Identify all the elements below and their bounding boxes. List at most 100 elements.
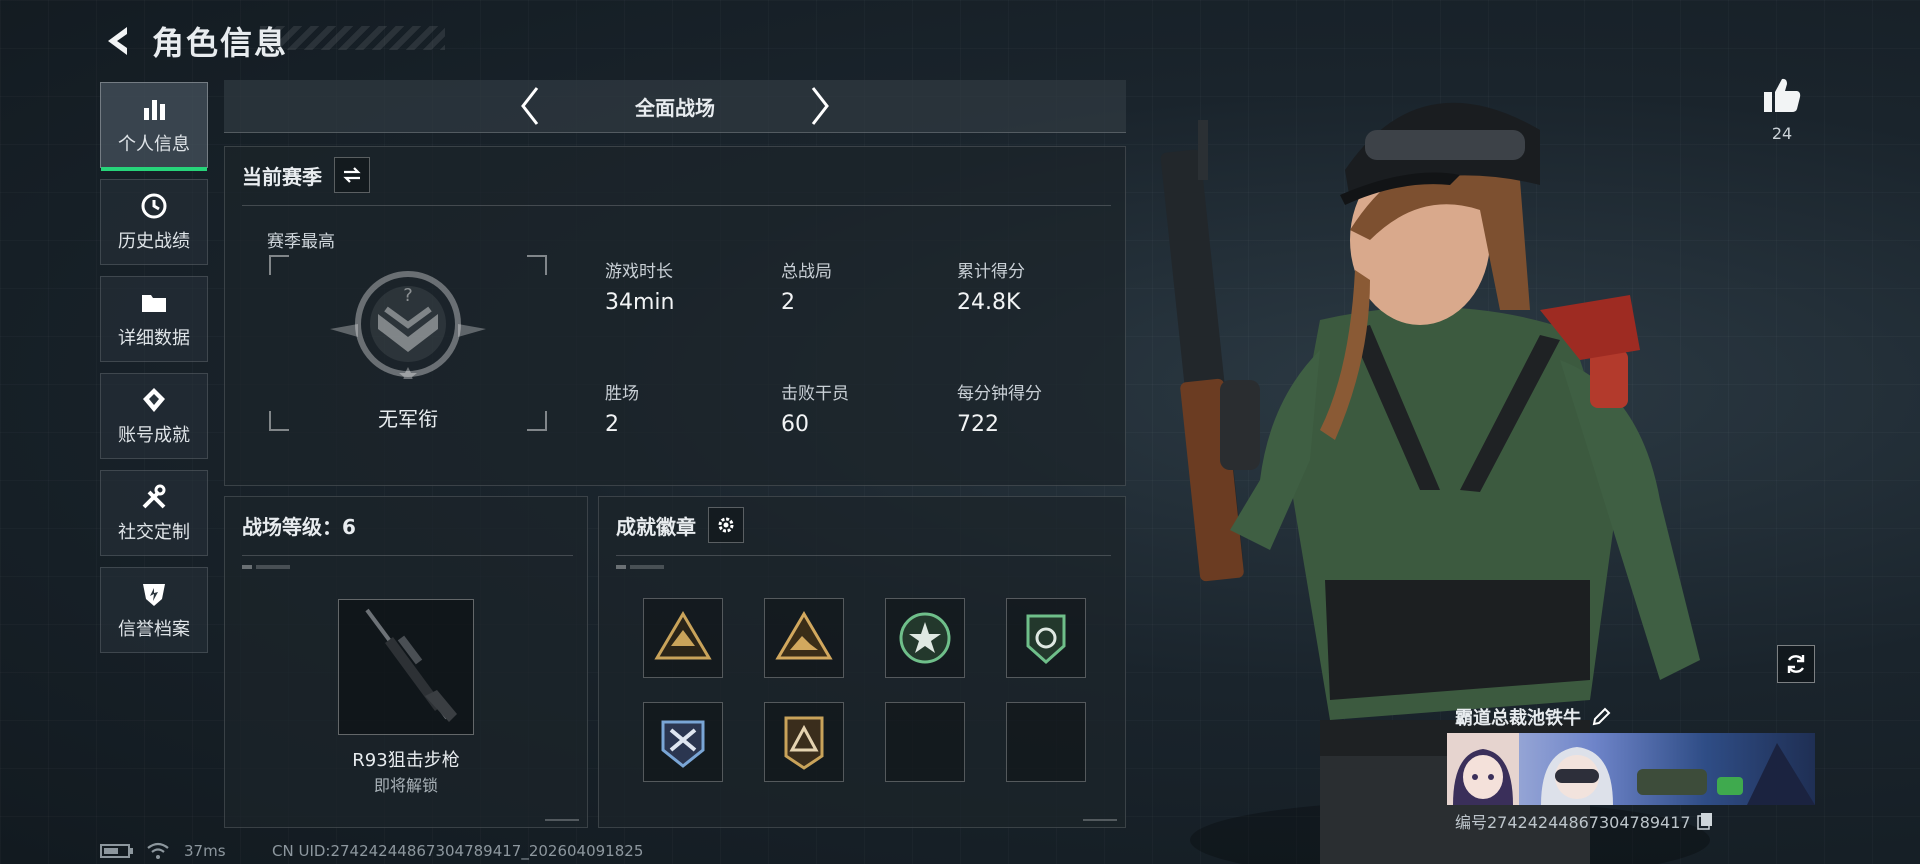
rank-name: 无军衔	[378, 407, 438, 431]
badge-slot-4[interactable]	[1006, 598, 1086, 678]
sidebar-item-label: 信誉档案	[118, 619, 190, 640]
stat-value: 2	[605, 412, 619, 437]
corner-decoration	[545, 811, 579, 821]
back-arrow-icon	[108, 27, 127, 55]
triangle-emblem-icon	[775, 611, 833, 660]
sidebar-item-social-custom[interactable]: 社交定制	[100, 470, 208, 556]
sidebar-item-label: 社交定制	[118, 522, 190, 543]
season-switch-button[interactable]	[334, 157, 370, 193]
triangle-emblem-icon	[654, 611, 712, 660]
like-count: 24	[1771, 124, 1793, 143]
season-panel: 当前赛季 赛季最高 ? 无军衔 游戏时长 34min 总战局 2 累计得分 24…	[224, 146, 1126, 486]
bar-chart-icon	[144, 100, 165, 120]
battlefield-level-title: 战场等级：6	[242, 514, 356, 539]
season-best-label: 赛季最高	[267, 232, 335, 252]
header: 角色信息	[100, 18, 288, 64]
achievement-badges-panel: 成就徽章	[598, 496, 1126, 828]
badge-slot-1[interactable]	[643, 598, 723, 678]
decorative-dash	[242, 565, 290, 569]
weapon-unlock-status: 即将解锁	[373, 776, 438, 795]
stat-label: 游戏时长	[605, 262, 673, 282]
stat-value: 722	[957, 412, 999, 437]
sidebar-item-label: 详细数据	[118, 328, 190, 349]
copy-icon[interactable]	[1696, 812, 1713, 830]
badge-slot-5[interactable]	[643, 702, 723, 782]
triangle-emblem-icon	[784, 716, 824, 770]
achievement-icon	[143, 388, 165, 412]
chevron-right-icon	[811, 87, 829, 125]
rotate-character-button[interactable]	[1777, 645, 1815, 683]
stat-value: 2	[781, 290, 795, 315]
divider	[616, 555, 1111, 556]
wifi-icon	[147, 842, 169, 859]
badge-slot-7-empty[interactable]	[885, 702, 965, 782]
shield-icon	[143, 584, 165, 606]
stat-value: 60	[781, 412, 809, 437]
sidebar-item-history[interactable]: 历史战绩	[100, 179, 208, 265]
player-id: 编号274242448673047894​17	[1455, 813, 1691, 832]
rank-emblem-icon: ?	[330, 271, 486, 379]
shield-emblem-icon	[661, 720, 705, 768]
stat-play-time: 游戏时长 34min	[605, 257, 674, 315]
star-emblem-icon	[899, 612, 951, 664]
sidebar-item-credit-record[interactable]: 信誉档案	[100, 567, 208, 653]
battery-icon	[100, 844, 133, 858]
sidebar-item-achievements[interactable]: 账号成就	[100, 373, 208, 459]
tools-icon	[142, 484, 166, 509]
weapon-unlock-slot[interactable]	[338, 599, 474, 735]
gear-icon	[718, 517, 734, 533]
sidebar-item-personal-info[interactable]: 个人信息	[100, 82, 208, 171]
badges-title: 成就徽章	[616, 514, 696, 539]
swap-icon	[343, 167, 361, 183]
ping-value: 37ms	[184, 842, 226, 860]
svg-text:?: ?	[403, 285, 413, 306]
sidebar-item-label: 个人信息	[118, 134, 190, 155]
divider	[242, 555, 573, 556]
anime-characters-banner-image	[1447, 733, 1815, 805]
mode-prev-button[interactable]	[510, 83, 550, 129]
shield-emblem-icon	[1026, 614, 1066, 665]
sidebar: 个人信息 历史战绩 详细数据 账号成就 社交定制 信誉档案	[100, 82, 210, 664]
status-bar: 37ms	[100, 842, 226, 860]
weapon-name: R93狙击步枪	[352, 750, 460, 771]
folder-icon	[142, 295, 166, 312]
edit-pencil-icon[interactable]	[1591, 707, 1611, 727]
badge-settings-button[interactable]	[708, 507, 744, 543]
stat-total-score: 累计得分 24.8K	[957, 257, 1025, 315]
season-title: 当前赛季	[242, 164, 322, 189]
sidebar-item-detailed-data[interactable]: 详细数据	[100, 276, 208, 362]
corner-decoration	[1083, 811, 1117, 821]
like-button[interactable]: 24	[1760, 76, 1804, 143]
sidebar-item-label: 历史战绩	[118, 231, 190, 252]
player-name: 霸道总裁池铁牛	[1455, 708, 1581, 729]
stat-wins: 胜场 2	[605, 379, 639, 437]
sidebar-item-label: 账号成就	[118, 425, 190, 446]
player-banner-card[interactable]	[1447, 733, 1815, 805]
stat-value: 34min	[605, 290, 675, 315]
page-title: 角色信息	[152, 24, 289, 62]
stat-label: 每分钟得分	[957, 384, 1042, 404]
history-clock-icon	[141, 193, 167, 219]
player-name-row: 霸道总裁池铁牛	[1455, 704, 1611, 730]
badge-slot-3[interactable]	[885, 598, 965, 678]
stat-total-matches: 总战局 2	[781, 257, 832, 315]
stat-value: 24.8K	[957, 290, 1021, 315]
season-panel-header: 当前赛季	[225, 147, 1125, 203]
mode-title: 全面战场	[635, 95, 715, 120]
thumbs-up-icon	[1764, 78, 1801, 112]
stat-label: 总战局	[781, 262, 832, 282]
battlefield-level-panel: 战场等级：6 R93狙击步枪 即将解锁	[224, 496, 588, 828]
sniper-rifle-icon	[365, 608, 457, 722]
badge-slot-6[interactable]	[764, 702, 844, 782]
badge-slot-8-empty[interactable]	[1006, 702, 1086, 782]
stat-label: 胜场	[605, 384, 639, 404]
mode-next-button[interactable]	[800, 83, 840, 129]
refresh-icon	[1787, 655, 1805, 673]
divider	[242, 205, 1111, 206]
badge-slot-2[interactable]	[764, 598, 844, 678]
stat-score-per-minute: 每分钟得分 722	[957, 379, 1042, 437]
uid-text: CN UID:274242448673047894​17_20260409182…	[272, 842, 644, 860]
stat-label: 累计得分	[957, 262, 1025, 282]
back-button[interactable]	[100, 21, 136, 61]
player-id-row: 编号274242448673047894​17	[1455, 809, 1713, 833]
